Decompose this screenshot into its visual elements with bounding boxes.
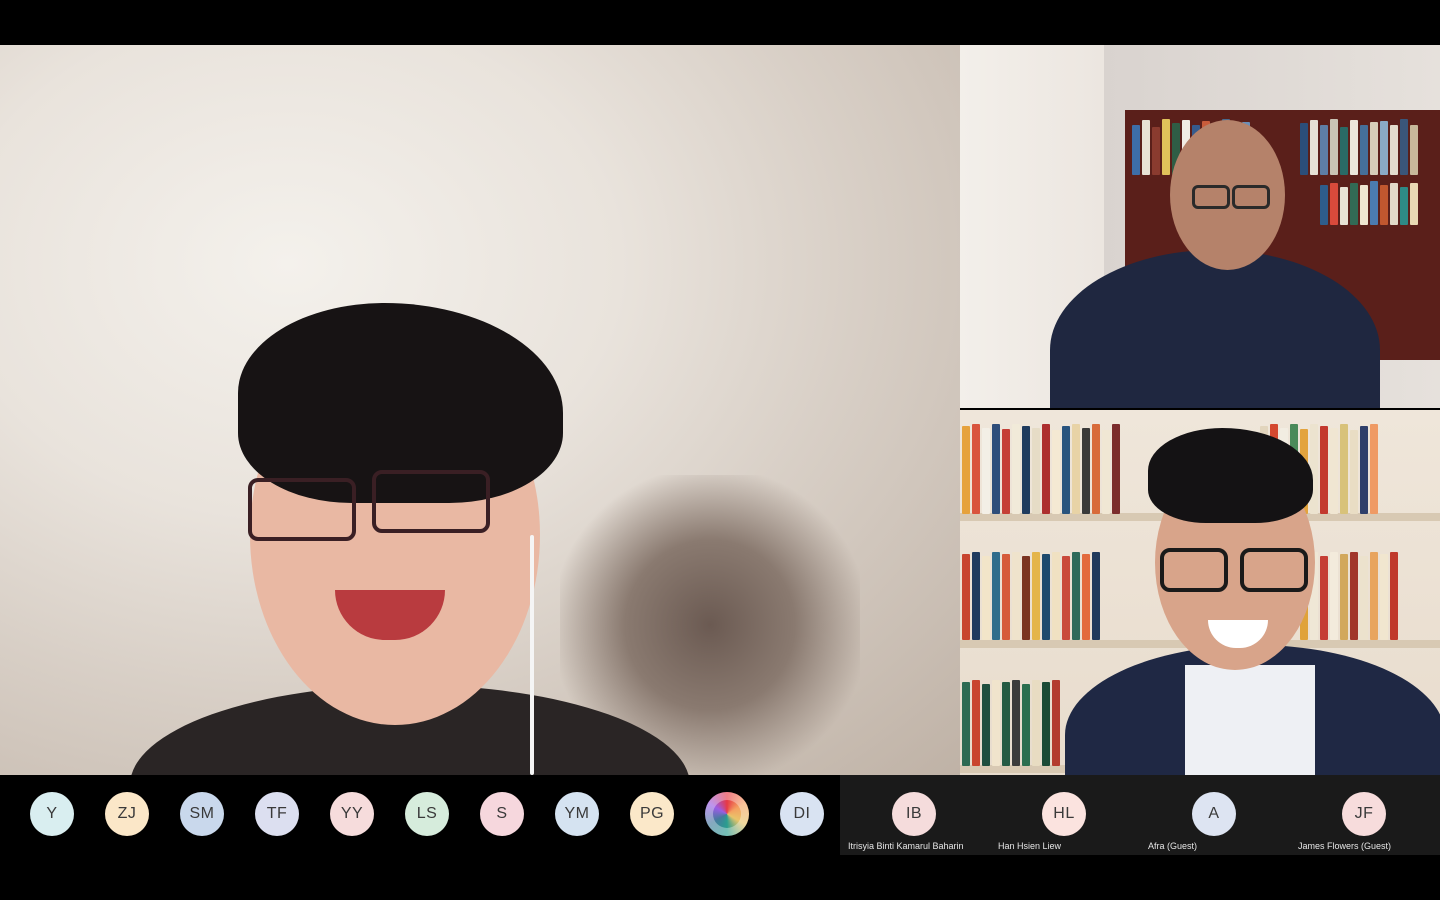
books-row-2 <box>1300 117 1418 175</box>
participant-tile-ib[interactable]: IB Itrisyia Binti Kamarul Baharin <box>840 775 990 855</box>
participant-avatar-di[interactable]: DI <box>780 792 824 836</box>
participant-glasses-right <box>372 470 490 533</box>
participant-name: Afra (Guest) <box>1148 841 1198 851</box>
participant-avatar-sm[interactable]: SM <box>180 792 224 836</box>
participant-avatar-a: A <box>1192 792 1236 836</box>
books-row-3 <box>962 678 1060 766</box>
participant-avatar-ls[interactable]: LS <box>405 792 449 836</box>
participant-avatar-jf: JF <box>1342 792 1386 836</box>
participant-glasses <box>248 478 356 541</box>
participant-name: Itrisyia Binti Kamarul Baharin <box>848 841 964 851</box>
books-row-1 <box>962 422 1120 514</box>
participant-glasses <box>1192 185 1230 209</box>
participant-name: James Flowers (Guest) <box>1298 841 1392 851</box>
participant-avatar-hl: HL <box>1042 792 1086 836</box>
participant-name: Han Hsien Liew <box>998 841 1062 851</box>
books-row-3 <box>1320 180 1418 225</box>
participant-avatar-pg[interactable]: PG <box>630 792 674 836</box>
participant-avatar-yy[interactable]: YY <box>330 792 374 836</box>
video-tile-main[interactable] <box>0 45 960 775</box>
participant-avatar-ib: IB <box>892 792 936 836</box>
participant-avatar-zj[interactable]: ZJ <box>105 792 149 836</box>
participant-tile-a[interactable]: A Afra (Guest) <box>1140 775 1290 855</box>
books-row-2 <box>962 550 1100 640</box>
participant-glasses-right <box>1232 185 1270 209</box>
participant-avatar-y[interactable]: Y <box>30 792 74 836</box>
participant-avatar-photo[interactable] <box>705 792 749 836</box>
participant-shirt <box>1185 665 1315 775</box>
participant-avatar-tf[interactable]: TF <box>255 792 299 836</box>
participant-avatar-s[interactable]: S <box>480 792 524 836</box>
participant-tile-hl[interactable]: HL Han Hsien Liew <box>990 775 1140 855</box>
participant-glasses-right <box>1240 548 1308 592</box>
participant-tile-jf[interactable]: JF James Flowers (Guest) <box>1290 775 1440 855</box>
video-tile-bottom-right[interactable] <box>960 410 1440 775</box>
earphone-cable <box>530 535 534 775</box>
video-tile-top-right[interactable] <box>960 45 1440 408</box>
participant-avatar-ym[interactable]: YM <box>555 792 599 836</box>
participant-glasses <box>1160 548 1228 592</box>
